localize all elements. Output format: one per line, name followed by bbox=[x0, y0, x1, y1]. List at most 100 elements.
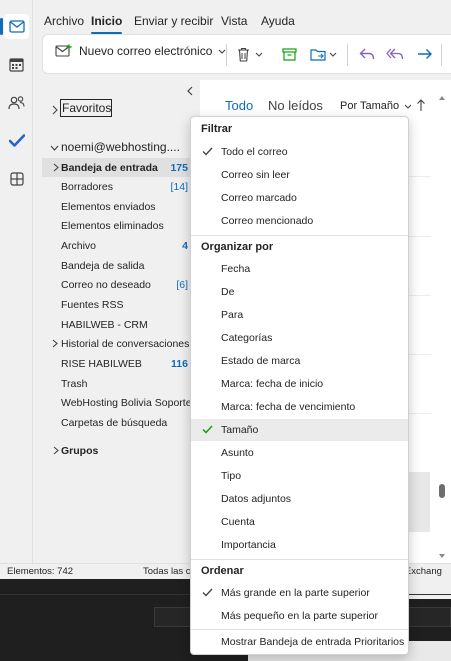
folder-borradores[interactable]: Borradores [14] bbox=[42, 177, 190, 196]
ribbon-separator bbox=[441, 44, 442, 66]
folder-carpetas-busqueda[interactable]: Carpetas de búsqueda bbox=[42, 413, 190, 432]
menu-item-correo-marcado[interactable]: Correo marcado bbox=[191, 187, 408, 209]
menu-item-label: Correo sin leer bbox=[221, 169, 290, 181]
menu-item-label: Importancia bbox=[221, 539, 276, 551]
folder-label: Historial de conversaciones bbox=[61, 337, 190, 350]
delete-icon[interactable] bbox=[233, 44, 253, 64]
selected-message-row[interactable] bbox=[408, 472, 430, 532]
folder-label: Borradores bbox=[61, 180, 113, 193]
tab-archivo[interactable]: Archivo bbox=[44, 14, 84, 28]
chevron-right-icon[interactable] bbox=[52, 339, 58, 348]
menu-separator bbox=[191, 629, 408, 630]
menu-item-label: Marca: fecha de inicio bbox=[221, 378, 324, 390]
menu-item-cuenta[interactable]: Cuenta bbox=[191, 511, 408, 533]
menu-item-tamano[interactable]: Tamaño bbox=[191, 419, 408, 441]
menu-item-marca-fecha-inicio[interactable]: Marca: fecha de inicio bbox=[191, 373, 408, 395]
chevron-down-icon[interactable] bbox=[50, 145, 59, 151]
folder-label: Elementos enviados bbox=[61, 200, 156, 213]
menu-item-categorias[interactable]: Categorías bbox=[191, 327, 408, 349]
mail-icon[interactable] bbox=[0, 14, 29, 39]
tab-vista[interactable]: Vista bbox=[221, 14, 247, 28]
menu-item-correo-sin-leer[interactable]: Correo sin leer bbox=[191, 164, 408, 186]
folder-label: Correo no deseado bbox=[61, 278, 151, 291]
folder-bandeja-entrada[interactable]: Bandeja de entrada 175 bbox=[42, 158, 190, 177]
folder-historial-conversaciones[interactable]: Historial de conversaciones bbox=[42, 334, 190, 353]
tab-inicio[interactable]: Inicio bbox=[91, 14, 123, 34]
account-name[interactable]: noemi@webhosting.... bbox=[61, 140, 180, 154]
menu-item-importancia[interactable]: Importancia bbox=[191, 534, 408, 556]
menu-item-label: Estado de marca bbox=[221, 355, 301, 367]
menu-item-label: Datos adjuntos bbox=[221, 493, 292, 505]
scrollbar-thumb[interactable] bbox=[439, 484, 445, 498]
menu-item-fecha[interactable]: Fecha bbox=[191, 258, 408, 280]
menu-item-label: Asunto bbox=[221, 447, 254, 459]
item-count: [14] bbox=[170, 180, 188, 193]
folder-webhosting-soporte[interactable]: WebHosting Bolivia Soporte bbox=[42, 393, 192, 412]
menu-item-datos-adjuntos[interactable]: Datos adjuntos bbox=[191, 488, 408, 510]
menu-item-label: De bbox=[221, 286, 235, 298]
menu-item-label: Marca: fecha de vencimiento bbox=[221, 401, 356, 413]
menu-item-estado-de-marca[interactable]: Estado de marca bbox=[191, 350, 408, 372]
forward-icon[interactable] bbox=[415, 44, 435, 64]
status-elements: Elementos: 742 bbox=[7, 566, 74, 577]
folder-fuentes-rss[interactable]: Fuentes RSS bbox=[42, 295, 190, 314]
tab-no-leidos[interactable]: No leídos bbox=[268, 98, 323, 113]
filter-sort-menu: Filtrar Todo el correo Correo sin leer C… bbox=[190, 116, 409, 655]
folder-trash[interactable]: Trash bbox=[42, 374, 190, 393]
chevron-right-icon[interactable] bbox=[53, 446, 59, 455]
menu-item-mas-grande-arriba[interactable]: Más grande en la parte superior bbox=[191, 582, 408, 604]
new-mail-button[interactable]: Nuevo correo electrónico bbox=[55, 44, 226, 58]
todo-icon[interactable] bbox=[4, 128, 29, 153]
menu-item-mostrar-prioritarios[interactable]: Mostrar Bandeja de entrada Prioritarios bbox=[191, 631, 408, 653]
menu-item-correo-mencionado[interactable]: Correo mencionado bbox=[191, 210, 408, 232]
chevron-right-icon[interactable] bbox=[52, 105, 58, 115]
tab-ayuda[interactable]: Ayuda bbox=[261, 14, 295, 28]
people-icon[interactable] bbox=[4, 90, 29, 115]
menu-item-todo-el-correo[interactable]: Todo el correo bbox=[191, 141, 408, 163]
unread-count: 116 bbox=[171, 357, 188, 370]
move-icon[interactable] bbox=[309, 44, 339, 64]
sort-label: Por Tamaño bbox=[340, 100, 400, 112]
folder-elementos-enviados[interactable]: Elementos enviados bbox=[42, 197, 190, 216]
folder-elementos-eliminados[interactable]: Elementos eliminados bbox=[42, 216, 190, 235]
delete-chevron-icon[interactable] bbox=[255, 44, 263, 64]
menu-separator bbox=[191, 235, 408, 236]
folder-rise-habilweb[interactable]: RISE HABILWEB 116 bbox=[42, 354, 190, 373]
folder-label: Bandeja de salida bbox=[61, 259, 145, 272]
folder-label: Trash bbox=[61, 377, 88, 390]
folder-archivo[interactable]: Archivo 4 bbox=[42, 236, 190, 255]
reply-all-icon[interactable] bbox=[385, 44, 405, 64]
collapse-pane-icon[interactable] bbox=[186, 86, 194, 96]
sort-dropdown[interactable]: Por Tamaño bbox=[340, 100, 412, 112]
folder-bandeja-salida[interactable]: Bandeja de salida bbox=[42, 256, 190, 275]
menu-item-label: Categorías bbox=[221, 332, 273, 344]
check-icon bbox=[202, 425, 213, 434]
reply-icon[interactable] bbox=[357, 44, 377, 64]
ribbon-separator bbox=[347, 44, 348, 66]
menu-item-asunto[interactable]: Asunto bbox=[191, 442, 408, 464]
status-sync: Todas las c bbox=[143, 566, 191, 577]
archive-icon[interactable] bbox=[279, 44, 299, 64]
groups-label: Grupos bbox=[61, 444, 99, 457]
menu-item-mas-pequeno-arriba[interactable]: Más pequeño en la parte superior bbox=[191, 605, 408, 627]
unread-count: 175 bbox=[170, 161, 188, 174]
groups-header[interactable]: Grupos bbox=[42, 441, 190, 460]
tab-todo[interactable]: Todo bbox=[225, 98, 253, 113]
menu-item-label: Más pequeño en la parte superior bbox=[221, 610, 379, 622]
sort-direction-icon[interactable] bbox=[416, 98, 426, 112]
calendar-icon[interactable] bbox=[4, 52, 29, 77]
menu-item-para[interactable]: Para bbox=[191, 304, 408, 326]
favorites-header[interactable]: Favoritos bbox=[60, 99, 112, 117]
filter-heading: Filtrar bbox=[201, 123, 233, 135]
folder-pane: Favoritos noemi@webhosting.... Bandeja d… bbox=[42, 80, 193, 563]
tab-enviar-recibir[interactable]: Enviar y recibir bbox=[134, 14, 213, 28]
ribbon-separator bbox=[226, 44, 227, 66]
menu-item-de[interactable]: De bbox=[191, 281, 408, 303]
menu-item-tipo[interactable]: Tipo bbox=[191, 465, 408, 487]
menu-item-marca-fecha-vencimiento[interactable]: Marca: fecha de vencimiento bbox=[191, 396, 408, 418]
menu-item-label: Tamaño bbox=[221, 424, 259, 436]
apps-icon[interactable] bbox=[4, 166, 29, 191]
folder-correo-no-deseado[interactable]: Correo no deseado [6] bbox=[42, 275, 190, 294]
chevron-right-icon[interactable] bbox=[53, 163, 59, 172]
folder-habilweb-crm[interactable]: HABILWEB - CRM bbox=[42, 315, 190, 334]
